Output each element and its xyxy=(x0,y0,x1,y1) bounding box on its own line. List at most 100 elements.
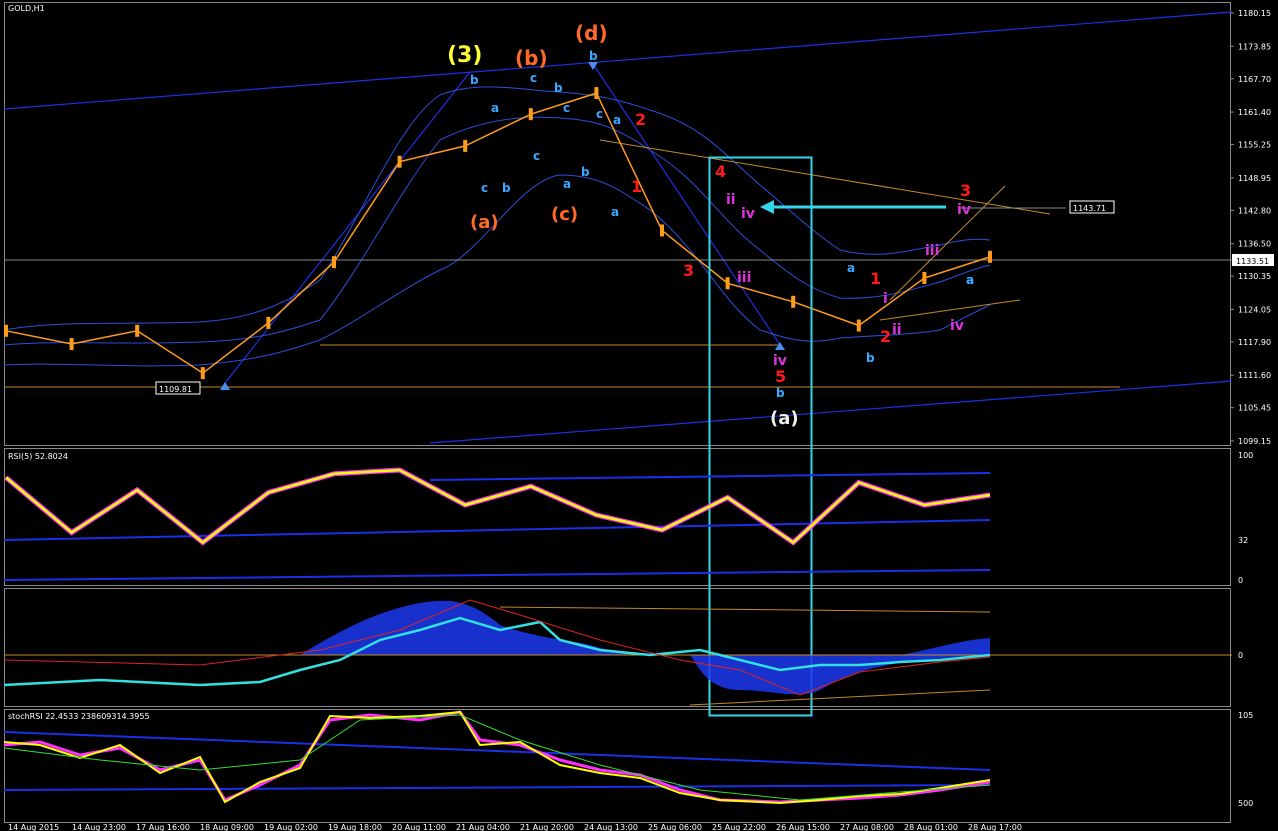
rsi-panel-frame xyxy=(4,448,1231,586)
wave-label: 3 xyxy=(683,261,694,280)
price-point xyxy=(922,271,927,284)
rsi-title: RSI(5) 52.8024 xyxy=(8,452,68,461)
orange-trend-lower xyxy=(879,299,1021,321)
price-point xyxy=(463,139,468,152)
price-tick-label: 1124.05 xyxy=(1238,305,1271,314)
current-price-text: 1133.51 xyxy=(1236,257,1269,266)
stoch-panel-frame xyxy=(4,709,1231,823)
wave-label: 5 xyxy=(775,367,786,386)
analysis-box xyxy=(708,156,813,717)
price-point xyxy=(397,155,402,168)
price-point xyxy=(69,338,74,351)
wave-label: iii xyxy=(925,243,939,259)
wave-label: (3) xyxy=(447,43,482,68)
channel-lower-line xyxy=(429,380,1233,444)
up-arrow-icon xyxy=(220,382,230,390)
wave-label: (d) xyxy=(575,21,608,45)
price-series-line xyxy=(5,92,991,375)
time-tick-label: 20 Aug 11:00 xyxy=(392,823,446,831)
wave-label: b xyxy=(866,351,875,365)
time-tick-label: 19 Aug 18:00 xyxy=(328,823,382,831)
time-tick-label: 25 Aug 22:00 xyxy=(712,823,766,831)
time-tick-label: 21 Aug 20:00 xyxy=(520,823,574,831)
wave-label: 1 xyxy=(870,269,881,288)
price-point xyxy=(988,250,992,263)
wave-label: (c) xyxy=(551,204,578,225)
channel-upper-line xyxy=(3,11,1233,110)
time-tick-label: 25 Aug 06:00 xyxy=(648,823,702,831)
time-tick-label: 14 Aug 23:00 xyxy=(72,823,126,831)
macd-orange-bottom xyxy=(689,689,991,706)
wave-label: c xyxy=(563,101,570,115)
wave-label: c xyxy=(530,71,537,85)
time-tick-label: 17 Aug 16:00 xyxy=(136,823,190,831)
rsi-channel-bottom xyxy=(3,569,991,581)
price-point xyxy=(4,324,8,337)
wave-label: a xyxy=(563,177,571,191)
marked-level-badge: 1143.71 xyxy=(1069,200,1115,214)
wave-label: iv xyxy=(773,353,787,369)
time-tick-label: 21 Aug 04:00 xyxy=(456,823,510,831)
price-point xyxy=(660,224,664,237)
stoch-channel-bottom xyxy=(3,784,991,791)
time-tick-label: 19 Aug 02:00 xyxy=(264,823,318,831)
stoch-tick-label: 105 xyxy=(1238,711,1253,720)
price-point xyxy=(200,367,205,380)
price-tick-label: 1117.90 xyxy=(1238,338,1271,347)
wave-label: (a) xyxy=(470,212,499,233)
wave-label: (b) xyxy=(515,46,548,70)
wave-label: 4 xyxy=(715,162,726,181)
price-tick-label: 1105.45 xyxy=(1238,404,1271,413)
up-arrow-icon xyxy=(775,342,785,350)
price-point xyxy=(332,256,336,269)
macd-tick-label: 0 xyxy=(1238,651,1243,660)
wave-label: iv xyxy=(950,318,964,334)
price-point xyxy=(135,324,140,337)
window-title: GOLD,H1 xyxy=(8,4,45,13)
current-price-badge: 1133.51 xyxy=(1232,254,1274,266)
price-tick-label: 1130.35 xyxy=(1238,272,1271,281)
marked-level-text: 1143.71 xyxy=(1073,204,1106,213)
price-point xyxy=(725,277,730,290)
rsi-tick-label: 32 xyxy=(1238,536,1248,545)
wave-label: iv xyxy=(957,202,971,218)
wave-label: c xyxy=(533,149,540,163)
wave-label: a xyxy=(966,273,974,287)
macd-positive-area-right xyxy=(900,638,990,655)
macd-negative-area xyxy=(690,655,990,695)
price-tick-label: 1180.15 xyxy=(1238,9,1271,18)
wave-label: 2 xyxy=(635,110,646,129)
fib-lines xyxy=(4,139,1120,388)
wave-labels: (3) (b)(d)(a) (c)(a)bacbcbaac bcbacaba21345… xyxy=(447,21,974,429)
wave-label: b xyxy=(502,181,511,195)
rsi-axis-labels: 100 32 0 xyxy=(1238,451,1253,585)
macd-orange-top xyxy=(499,606,991,613)
rsi-channel-mid xyxy=(3,519,991,541)
price-tick-label: 1099.15 xyxy=(1238,437,1271,446)
low-price-badge: 1109.81 xyxy=(155,381,201,395)
wave-label: c xyxy=(596,107,603,121)
time-tick-label: 18 Aug 09:00 xyxy=(200,823,254,831)
wave-label: a xyxy=(491,101,499,115)
price-axis-labels: 1180.15 1173.85 1167.70 1161.40 1155.25 1148.… xyxy=(1238,9,1271,446)
wave-label: ii xyxy=(892,322,902,338)
price-tick-label: 1142.80 xyxy=(1238,206,1271,215)
macd-axis-labels: 0 xyxy=(1238,651,1243,660)
price-tick-label: 1111.60 xyxy=(1238,371,1271,380)
price-point xyxy=(594,87,599,100)
stoch-axis-labels: 105 500 xyxy=(1238,711,1253,808)
target-arrow-head xyxy=(760,200,774,214)
time-tick-label: 24 Aug 13:00 xyxy=(584,823,638,831)
trend-channel xyxy=(3,11,1233,444)
wave-label: a xyxy=(613,113,621,127)
price-point xyxy=(791,295,796,308)
wave-label: b xyxy=(589,49,598,63)
wave-label: b xyxy=(470,73,479,87)
rsi-channel xyxy=(3,472,991,581)
gold-h1-chart: (3) (b)(d)(a) (c)(a)bacbcbaac bcbacaba21345… xyxy=(3,2,1274,831)
price-tick-label: 1155.25 xyxy=(1238,141,1271,150)
price-tick-label: 1148.95 xyxy=(1238,174,1271,183)
price-tick-label: 1173.85 xyxy=(1238,42,1271,51)
time-tick-label: 26 Aug 15:00 xyxy=(776,823,830,831)
wave-label: (a) xyxy=(770,408,799,429)
